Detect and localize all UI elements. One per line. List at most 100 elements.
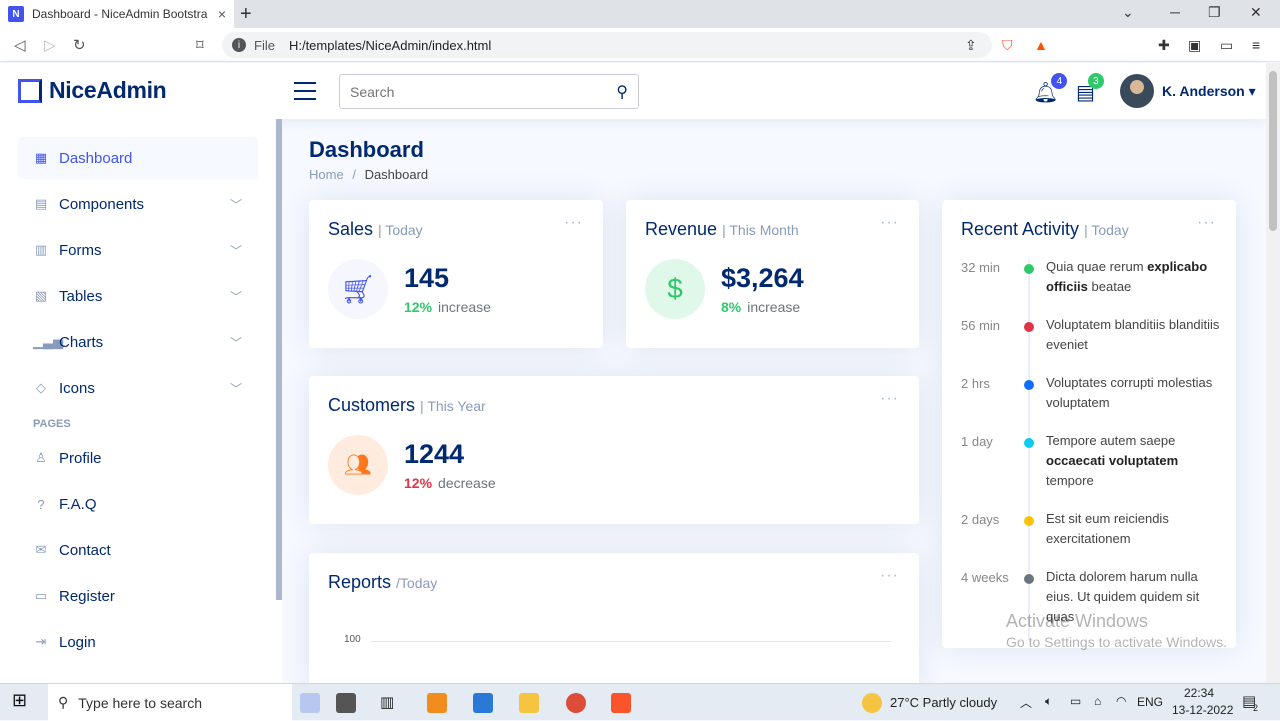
tray-chevron-icon[interactable]: ︿ — [1020, 694, 1032, 711]
wifi-icon[interactable]: ◠ — [1116, 694, 1126, 708]
sidebar-item-forms[interactable]: ▥ Forms ﹀ — [18, 229, 258, 271]
weather-icon[interactable] — [862, 693, 882, 713]
messages-button[interactable]: ▤ 3 — [1076, 73, 1104, 105]
customers-card: Customers | This Year ··· 👥︎ 1244 12% dec… — [309, 376, 919, 524]
back-icon[interactable]: ◁ — [14, 36, 26, 54]
battery-icon[interactable]: ▭ — [1070, 694, 1081, 708]
search-input[interactable] — [350, 83, 617, 100]
activity-status-dot-icon — [1024, 516, 1034, 526]
sidebar-toggle-icon[interactable]: ▣ — [1188, 37, 1201, 54]
sales-change: 12% increase — [404, 299, 491, 315]
grid-icon: ▦ — [34, 150, 48, 165]
sidebar-item-profile[interactable]: ♙ Profile — [18, 437, 258, 479]
avatar[interactable] — [1120, 74, 1154, 108]
chrome-icon[interactable] — [566, 693, 586, 713]
sidebar-item-contact[interactable]: ✉ Contact — [18, 529, 258, 571]
device-icon[interactable]: ⌂ — [1094, 694, 1101, 708]
card-title: Sales | Today — [328, 219, 423, 240]
revenue-card: Revenue | This Month ··· $ $3,264 8% incr… — [626, 200, 919, 348]
activate-windows-hint: Go to Settings to activate Windows. — [1006, 634, 1227, 650]
tab-search-chevron-icon[interactable]: ⌄ — [1122, 4, 1134, 21]
sidebar-item-login[interactable]: ⇥ Login — [18, 621, 258, 663]
sidebar-item-icons[interactable]: ◇ Icons ﹀ — [18, 367, 258, 409]
card-title-text: Revenue — [645, 219, 718, 239]
sidebar-item-tables[interactable]: ▧ Tables ﹀ — [18, 275, 258, 317]
browser-menu-icon[interactable]: ≡ — [1252, 37, 1260, 53]
scrollbar-thumb[interactable] — [1269, 71, 1277, 231]
window-close-icon[interactable]: ✕ — [1250, 4, 1262, 21]
wallet-icon[interactable]: ▭ — [1220, 37, 1233, 54]
tab-close-icon[interactable]: × — [218, 6, 226, 22]
activate-windows-watermark: Activate Windows — [1006, 611, 1149, 631]
brave-rewards-icon[interactable]: ▲ — [1034, 37, 1048, 53]
sidebar-item-components[interactable]: ▤ Components ﹀ — [18, 183, 258, 225]
file-explorer-icon[interactable] — [519, 693, 539, 713]
taskbar-search[interactable]: ⚲ Type here to search — [48, 684, 292, 721]
page-title: Dashboard — [309, 137, 424, 162]
activity-text: Voluptatem blanditiis blanditiis eveniet — [1046, 315, 1222, 355]
restore-icon[interactable]: ❐ — [1208, 4, 1221, 21]
user-menu[interactable]: K. Anderson ▾ — [1162, 83, 1256, 100]
brave-shield-icon[interactable]: ⛉ — [1002, 37, 1013, 54]
minimize-icon[interactable]: ─ — [1170, 4, 1180, 20]
science-widget-icon[interactable] — [300, 693, 320, 713]
sidebar-item-label: Register — [59, 587, 115, 605]
task-view-icon[interactable]: ▥ — [380, 693, 400, 713]
more-options-icon[interactable]: ··· — [880, 390, 899, 408]
sidebar-item-faq[interactable]: ? F.A.Q — [18, 483, 258, 525]
card-title-text: Sales — [328, 219, 374, 239]
weather-text[interactable]: 27°C Partly cloudy — [890, 695, 997, 710]
browser-tab[interactable]: N Dashboard - NiceAdmin Bootstra × — [0, 0, 234, 28]
activity-text: Voluptates corrupti molestias voluptatem — [1046, 373, 1222, 413]
activity-status-dot-icon — [1024, 264, 1034, 274]
sidebar-item-register[interactable]: ▭ Register — [18, 575, 258, 617]
clock-date[interactable]: 13-12-2022 — [1172, 703, 1233, 717]
breadcrumb-current: Dashboard — [364, 167, 429, 182]
chevron-down-icon: ﹀ — [229, 335, 242, 350]
activity-text: Est sit eum reiciendis exercitationem — [1046, 509, 1222, 549]
volume-icon[interactable]: 🔈︎ — [1045, 694, 1052, 709]
more-options-icon[interactable]: ··· — [880, 214, 899, 232]
y-axis-tick: 100 — [344, 634, 361, 645]
clock-time[interactable]: 22:34 — [1184, 686, 1214, 700]
language-indicator[interactable]: ENG — [1137, 695, 1163, 709]
new-tab-button[interactable]: + — [240, 3, 252, 26]
browser-tab-strip: N Dashboard - NiceAdmin Bootstra × + ⌄ ─… — [0, 0, 1280, 28]
breadcrumb-home[interactable]: Home — [309, 167, 344, 182]
envelope-icon: ✉ — [35, 542, 47, 557]
forward-icon[interactable]: ▷ — [44, 36, 56, 54]
sidebar-item-charts[interactable]: ▁▃▅ Charts ﹀ — [18, 321, 258, 363]
more-options-icon[interactable]: ··· — [880, 567, 899, 585]
satellite-widget-icon[interactable] — [336, 693, 356, 713]
sales-card: Sales | Today ··· 🛒︎ 145 12% increase — [309, 200, 603, 348]
sidebar-item-label: Dashboard — [59, 149, 133, 167]
page-scrollbar[interactable] — [1266, 63, 1280, 683]
reload-icon[interactable]: ↻ — [73, 36, 86, 54]
search-icon[interactable]: ⚲ — [616, 82, 628, 102]
sidebar-toggle-button[interactable] — [294, 82, 316, 100]
notifications-button[interactable]: 🔔︎ 4 — [1033, 73, 1068, 105]
breadcrumb-separator: / — [352, 167, 356, 182]
activity-time: 4 weeks — [961, 570, 1009, 585]
customers-trend: decrease — [438, 475, 496, 491]
brave-icon[interactable] — [611, 693, 631, 713]
windows-start-icon[interactable]: ⊞ — [12, 690, 32, 710]
activity-text-pre: Est sit eum reiciendis exercitationem — [1046, 511, 1169, 546]
extensions-icon[interactable]: ✚ — [1158, 37, 1170, 54]
protocol-label: File — [254, 37, 275, 53]
share-icon[interactable]: ⇪ — [965, 37, 977, 54]
card-title: Recent Activity | Today — [961, 219, 1129, 240]
site-info-icon[interactable]: i — [232, 38, 246, 52]
bookmark-icon[interactable]: ⌑ — [196, 36, 204, 54]
customers-value: 1244 — [404, 439, 465, 469]
mail-icon[interactable] — [473, 693, 493, 713]
activity-status-dot-icon — [1024, 438, 1034, 448]
sales-trend: increase — [438, 299, 491, 315]
url-field[interactable]: i File H:/templates/NiceAdmin/index.html — [222, 32, 992, 58]
activity-text: Quia quae rerum explicabo officiis beata… — [1046, 257, 1222, 297]
more-options-icon[interactable]: ··· — [564, 214, 583, 232]
more-options-icon[interactable]: ··· — [1197, 214, 1216, 232]
sublime-text-icon[interactable] — [427, 693, 447, 713]
logo[interactable]: NiceAdmin — [18, 77, 167, 104]
sidebar-item-dashboard[interactable]: ▦ Dashboard — [18, 137, 258, 179]
